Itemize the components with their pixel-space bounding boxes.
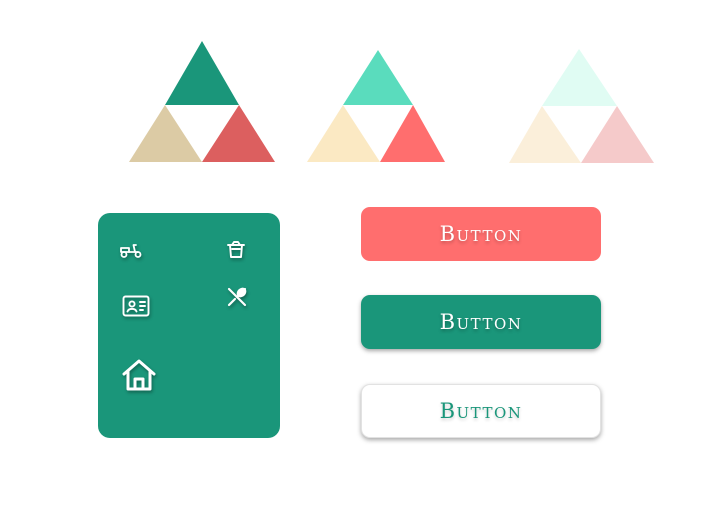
takeout-box-icon[interactable]	[226, 240, 246, 260]
coral-button[interactable]: Button	[361, 207, 601, 261]
swatch-triangle-top	[343, 50, 413, 105]
swatch-triangle-left	[129, 105, 202, 162]
utensils-icon[interactable]	[226, 286, 248, 308]
green-button[interactable]: Button	[361, 295, 601, 349]
swatch-triangle-right	[202, 105, 275, 162]
white-button[interactable]: Button	[361, 384, 601, 438]
swatch-triangle-top	[542, 49, 617, 106]
swatch-triangle-left	[307, 105, 380, 162]
id-card-icon[interactable]	[122, 295, 150, 317]
scooter-icon[interactable]	[119, 241, 143, 259]
swatch-triangle-right	[380, 105, 445, 162]
swatch-triangle-right	[581, 106, 654, 163]
swatch-group-bright	[307, 50, 445, 162]
swatch-group-pale	[509, 49, 654, 163]
home-icon[interactable]	[122, 359, 156, 391]
swatch-triangle-top	[165, 41, 239, 105]
swatch-triangle-left	[509, 106, 581, 163]
swatch-group-dark	[129, 41, 275, 162]
icon-panel	[98, 213, 280, 438]
